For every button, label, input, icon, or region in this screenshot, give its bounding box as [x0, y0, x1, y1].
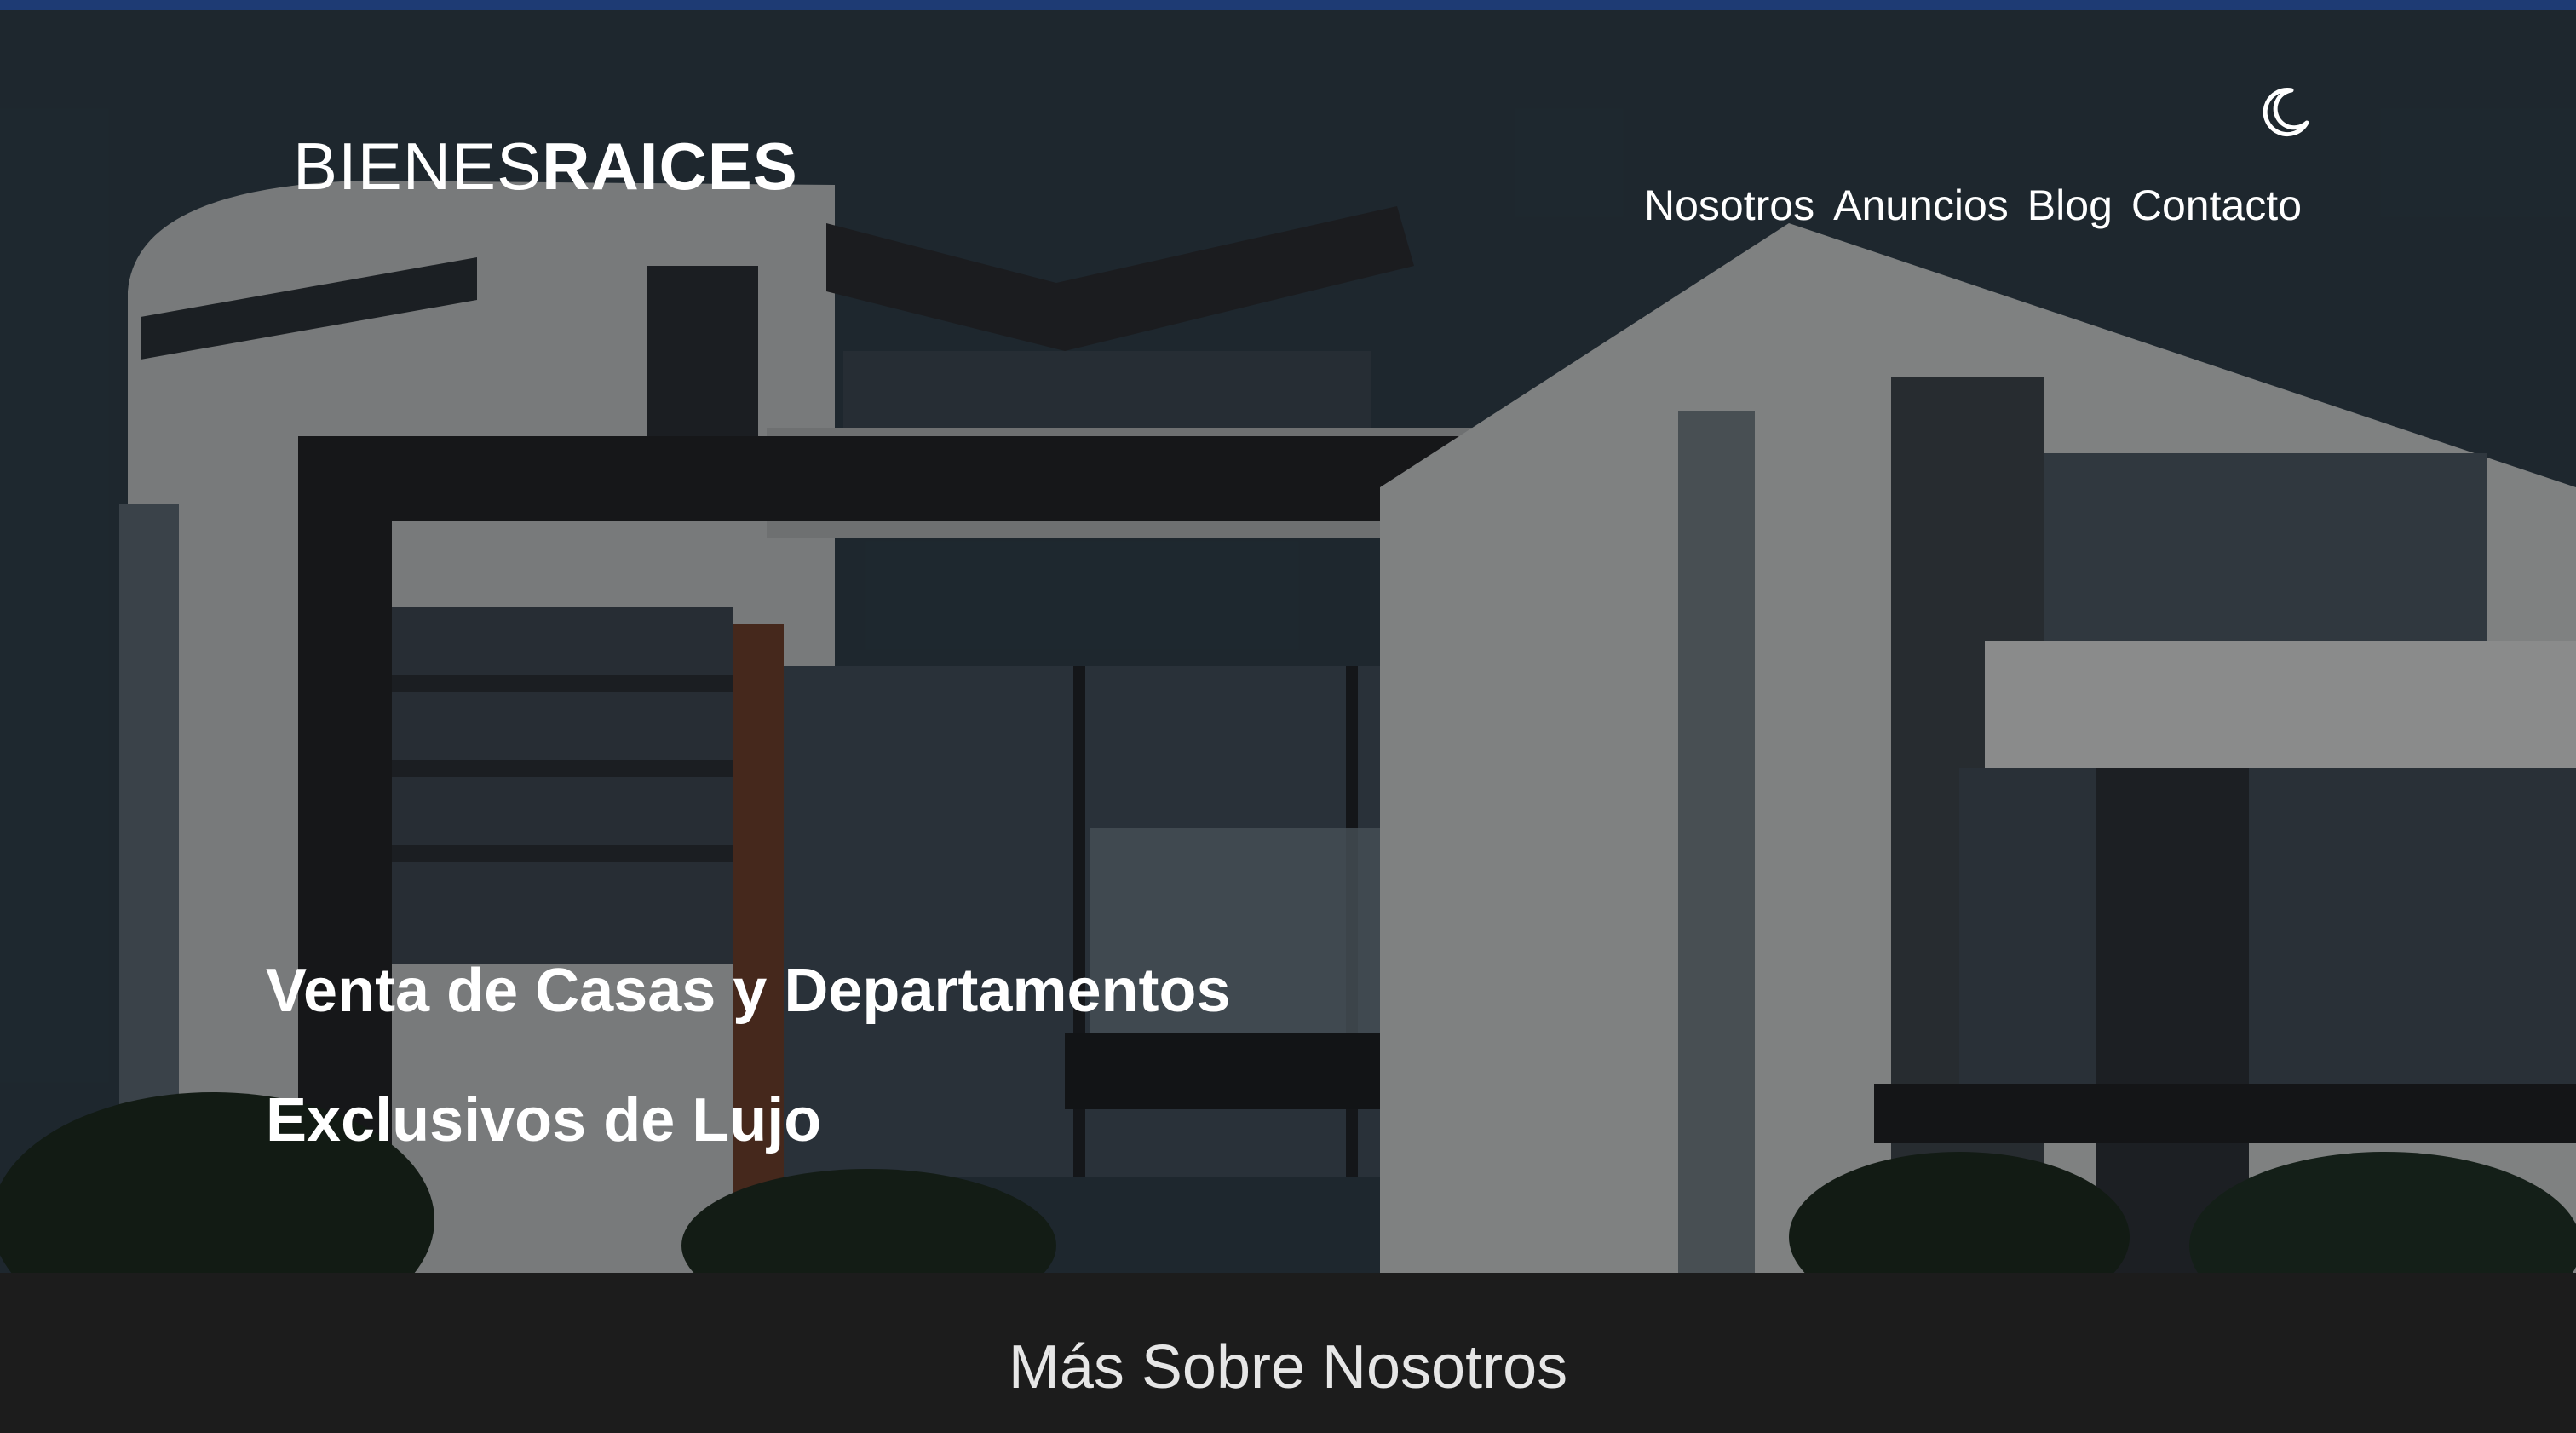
hero-title-line-2: Exclusivos de Lujo	[266, 1086, 822, 1154]
nav-link-nosotros[interactable]: Nosotros	[1644, 181, 1814, 230]
nav-link-anuncios[interactable]: Anuncios	[1833, 181, 2009, 230]
about-section: Más Sobre Nosotros	[0, 1273, 2576, 1433]
brand-logo[interactable]: BIENESRAICES	[293, 128, 798, 205]
section-title: Más Sobre Nosotros	[1008, 1333, 1568, 1401]
hero-header: BIENESRAICES Nosotros Anuncios Blog Cont…	[0, 10, 2576, 1273]
nav-link-contacto[interactable]: Contacto	[2131, 181, 2302, 230]
top-accent-bar	[0, 0, 2576, 10]
dark-mode-toggle[interactable]	[2257, 85, 2312, 140]
hero-title-line-1: Venta de Casas y Departamentos	[266, 957, 1231, 1025]
logo-thin-text: BIENES	[293, 129, 543, 204]
logo-bold-text: RAICES	[542, 129, 798, 204]
moon-icon	[2263, 88, 2309, 136]
nav-link-blog[interactable]: Blog	[2027, 181, 2113, 230]
main-navigation: Nosotros Anuncios Blog Contacto	[1644, 181, 2302, 230]
